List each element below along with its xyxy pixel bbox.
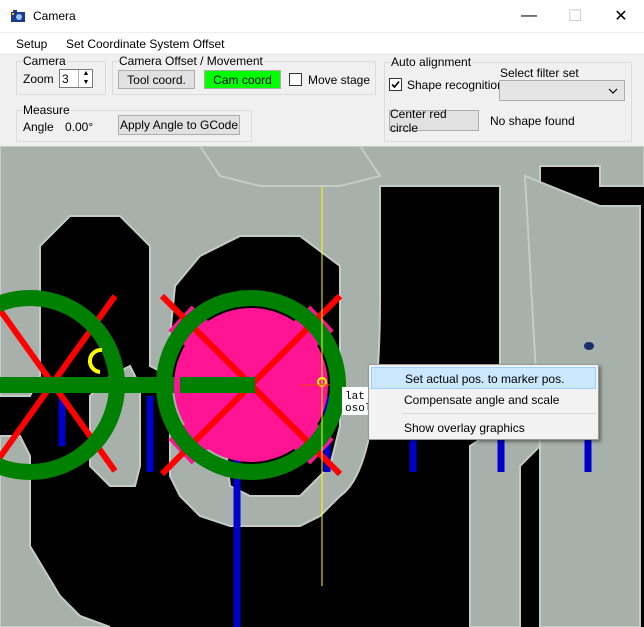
context-item-label: Set actual pos. to marker pos.	[405, 372, 565, 386]
fiducial-dot	[584, 342, 594, 350]
context-item-label: Show overlay graphics	[404, 421, 525, 435]
overlay-text-1: lat	[345, 391, 365, 403]
center-red-circle-button[interactable]: Center red circle	[389, 107, 479, 135]
context-separator	[402, 413, 596, 414]
title-bar: Camera — ☐ ✕	[0, 0, 644, 32]
shape-status: No shape found	[490, 114, 575, 128]
measure-group-label: Measure	[22, 103, 71, 117]
menu-set-coordinate-offset[interactable]: Set Coordinate System Offset	[66, 37, 225, 51]
maximize-button: ☐	[567, 8, 583, 25]
checkmark-icon	[391, 80, 400, 89]
window-title: Camera	[33, 9, 76, 23]
close-button[interactable]: ✕	[598, 0, 644, 32]
move-stage-label: Move stage	[308, 73, 371, 87]
context-item-show-overlay[interactable]: Show overlay graphics	[371, 417, 596, 439]
apply-angle-button[interactable]: Apply Angle to GCode	[118, 115, 240, 135]
chevron-down-icon	[608, 88, 618, 94]
shape-recognition-label: Shape recognition	[407, 78, 504, 92]
context-menu: Set actual pos. to marker pos. Compensat…	[368, 364, 599, 440]
minimize-button[interactable]: —	[506, 0, 552, 32]
filter-set-select[interactable]	[499, 80, 625, 101]
zoom-spinner[interactable]: 3 ▲ ▼	[59, 69, 93, 88]
context-item-compensate-angle[interactable]: Compensate angle and scale	[371, 389, 596, 411]
angle-label: Angle	[23, 120, 54, 134]
shape-recognition-checkbox[interactable]	[389, 78, 402, 91]
filter-set-label: Select filter set	[500, 66, 579, 80]
cam-coord-button[interactable]: Cam coord	[204, 70, 281, 89]
offset-group-label: Camera Offset / Movement	[118, 54, 264, 68]
camera-app-icon	[11, 10, 25, 22]
menu-setup[interactable]: Setup	[16, 37, 47, 51]
spin-down-icon[interactable]: ▼	[78, 78, 93, 87]
angle-value: 0.00°	[65, 120, 94, 134]
context-item-label: Compensate angle and scale	[404, 393, 560, 407]
zoom-value: 3	[62, 72, 69, 86]
tool-coord-button[interactable]: Tool coord.	[118, 70, 195, 89]
context-item-set-actual-pos[interactable]: Set actual pos. to marker pos.	[371, 367, 596, 389]
zoom-label: Zoom	[23, 72, 54, 86]
move-stage-checkbox[interactable]	[289, 73, 302, 86]
auto-alignment-label: Auto alignment	[390, 55, 473, 69]
camera-group-label: Camera	[22, 54, 67, 68]
menu-bar: Setup Set Coordinate System Offset	[0, 33, 644, 53]
spin-up-icon[interactable]: ▲	[78, 70, 93, 78]
